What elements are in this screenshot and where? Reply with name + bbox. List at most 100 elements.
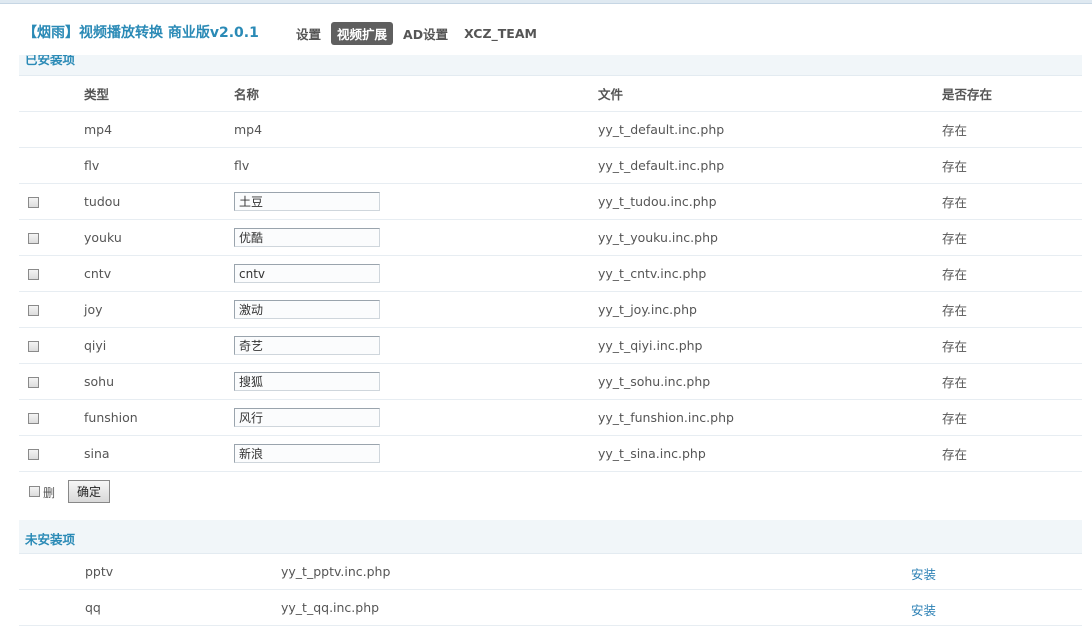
nav-video-extension[interactable]: 视频扩展 <box>331 22 394 45</box>
row-type: sohu <box>84 363 234 400</box>
name-input[interactable] <box>234 228 380 247</box>
row-type: youku <box>84 219 234 256</box>
header: 【烟雨】视频播放转换 商业版v2.0.1 设置 视频扩展 AD设置 XCZ_TE… <box>0 4 1092 55</box>
row-exists: 存在 <box>942 255 1082 292</box>
main-content: 已安装项 类型 名称 文件 是否存在 mp4 mp4 yy_t_default.in… <box>19 55 1082 626</box>
row-checkbox[interactable] <box>28 413 39 424</box>
installed-rows: mp4 mp4 yy_t_default.inc.php 存在 flv flv yy_t_d… <box>19 111 1082 472</box>
table-row: youku yy_t_youku.inc.php存在 <box>19 219 1082 256</box>
row-type: flv <box>84 147 234 184</box>
table-row: qiyi yy_t_qiyi.inc.php存在 <box>19 327 1082 364</box>
row-checkbox-cell <box>19 435 84 472</box>
row-exists: 存在 <box>942 147 1082 184</box>
header-name: 名称 <box>234 76 598 112</box>
name-input[interactable] <box>234 408 380 427</box>
name-input[interactable] <box>234 192 380 211</box>
table-row: sohu yy_t_sohu.inc.php存在 <box>19 363 1082 400</box>
row-name: mp4 <box>234 111 598 148</box>
header-exists: 是否存在 <box>942 76 1082 112</box>
uninstalled-section-label: 未安装项 <box>25 532 76 547</box>
header-file: 文件 <box>598 76 942 112</box>
header-type: 类型 <box>84 76 234 112</box>
row-type: sina <box>84 435 234 472</box>
list-item: pptv yy_t_pptv.inc.php 安装 <box>19 554 1082 590</box>
row-checkbox[interactable] <box>28 233 39 244</box>
row-exists: 存在 <box>942 219 1082 256</box>
uninstalled-type: pptv <box>85 564 114 579</box>
name-input[interactable] <box>234 300 380 319</box>
row-type: qiyi <box>84 327 234 364</box>
header-checkbox-col <box>19 76 84 112</box>
row-checkbox-cell <box>19 399 84 436</box>
nav-xcz-team[interactable]: XCZ_TEAM <box>458 25 543 42</box>
row-name: flv <box>234 147 598 184</box>
row-file: yy_t_tudou.inc.php <box>598 183 942 220</box>
name-input[interactable] <box>234 372 380 391</box>
row-checkbox-cell <box>19 255 84 292</box>
row-type: tudou <box>84 183 234 220</box>
row-exists: 存在 <box>942 111 1082 148</box>
row-file: yy_t_sohu.inc.php <box>598 363 942 400</box>
row-name-cell <box>234 399 598 436</box>
nav-settings[interactable]: 设置 <box>296 23 327 44</box>
row-checkbox-cell <box>19 363 84 400</box>
row-checkbox-cell <box>19 147 84 184</box>
installed-section-header: 已安装项 <box>19 55 1082 76</box>
uninstalled-file: yy_t_pptv.inc.php <box>281 564 391 579</box>
row-name-cell <box>234 327 598 364</box>
table-row: tudou yy_t_tudou.inc.php存在 <box>19 183 1082 220</box>
row-name-cell <box>234 255 598 292</box>
delete-label: 删 <box>43 486 56 500</box>
row-type: funshion <box>84 399 234 436</box>
row-file: yy_t_default.inc.php <box>598 111 942 148</box>
row-checkbox-cell <box>19 111 84 148</box>
row-exists: 存在 <box>942 435 1082 472</box>
row-file: yy_t_cntv.inc.php <box>598 255 942 292</box>
row-name-cell <box>234 219 598 256</box>
uninstalled-type: qq <box>85 600 101 615</box>
row-file: yy_t_youku.inc.php <box>598 219 942 256</box>
name-input[interactable] <box>234 264 380 283</box>
row-type: mp4 <box>84 111 234 148</box>
row-type: joy <box>84 291 234 328</box>
row-checkbox[interactable] <box>28 269 39 280</box>
name-input[interactable] <box>234 336 380 355</box>
row-checkbox[interactable] <box>28 305 39 316</box>
row-exists: 存在 <box>942 327 1082 364</box>
row-file: yy_t_sina.inc.php <box>598 435 942 472</box>
name-input[interactable] <box>234 444 380 463</box>
confirm-button[interactable]: 确定 <box>68 480 110 503</box>
table-row: joy yy_t_joy.inc.php存在 <box>19 291 1082 328</box>
install-link[interactable]: 安装 <box>911 600 936 619</box>
row-checkbox-cell <box>19 327 84 364</box>
uninstalled-rows: pptv yy_t_pptv.inc.php 安装 qq yy_t_qq.inc.php… <box>19 554 1082 626</box>
row-checkbox-cell <box>19 291 84 328</box>
uninstalled-section-header: 未安装项 <box>19 520 1082 554</box>
row-checkbox[interactable] <box>28 377 39 388</box>
install-link[interactable]: 安装 <box>911 564 936 583</box>
table-row: funshion yy_t_funshion.inc.php存在 <box>19 399 1082 436</box>
table-row: flv flv yy_t_default.inc.php 存在 <box>19 147 1082 184</box>
row-name-cell <box>234 435 598 472</box>
row-checkbox[interactable] <box>28 449 39 460</box>
row-exists: 存在 <box>942 399 1082 436</box>
list-item: qq yy_t_qq.inc.php 安装 <box>19 590 1082 626</box>
row-file: yy_t_qiyi.inc.php <box>598 327 942 364</box>
row-checkbox-cell <box>19 219 84 256</box>
row-checkbox[interactable] <box>28 341 39 352</box>
row-file: yy_t_funshion.inc.php <box>598 399 942 436</box>
table-header-row: 类型 名称 文件 是否存在 <box>19 76 1082 112</box>
table-row: sina yy_t_sina.inc.php存在 <box>19 435 1082 472</box>
top-nav: 设置 视频扩展 AD设置 XCZ_TEAM <box>296 22 547 45</box>
uninstalled-file: yy_t_qq.inc.php <box>281 600 380 615</box>
installed-table: 类型 名称 文件 是否存在 mp4 mp4 yy_t_default.inc.php… <box>19 76 1082 472</box>
row-exists: 存在 <box>942 183 1082 220</box>
table-row: mp4 mp4 yy_t_default.inc.php 存在 <box>19 111 1082 148</box>
delete-checkbox[interactable] <box>29 486 40 497</box>
app-title: 【烟雨】视频播放转换 商业版v2.0.1 <box>23 25 259 41</box>
row-checkbox-cell <box>19 183 84 220</box>
row-type: cntv <box>84 255 234 292</box>
row-file: yy_t_joy.inc.php <box>598 291 942 328</box>
row-checkbox[interactable] <box>28 197 39 208</box>
nav-ad-settings[interactable]: AD设置 <box>397 23 454 44</box>
